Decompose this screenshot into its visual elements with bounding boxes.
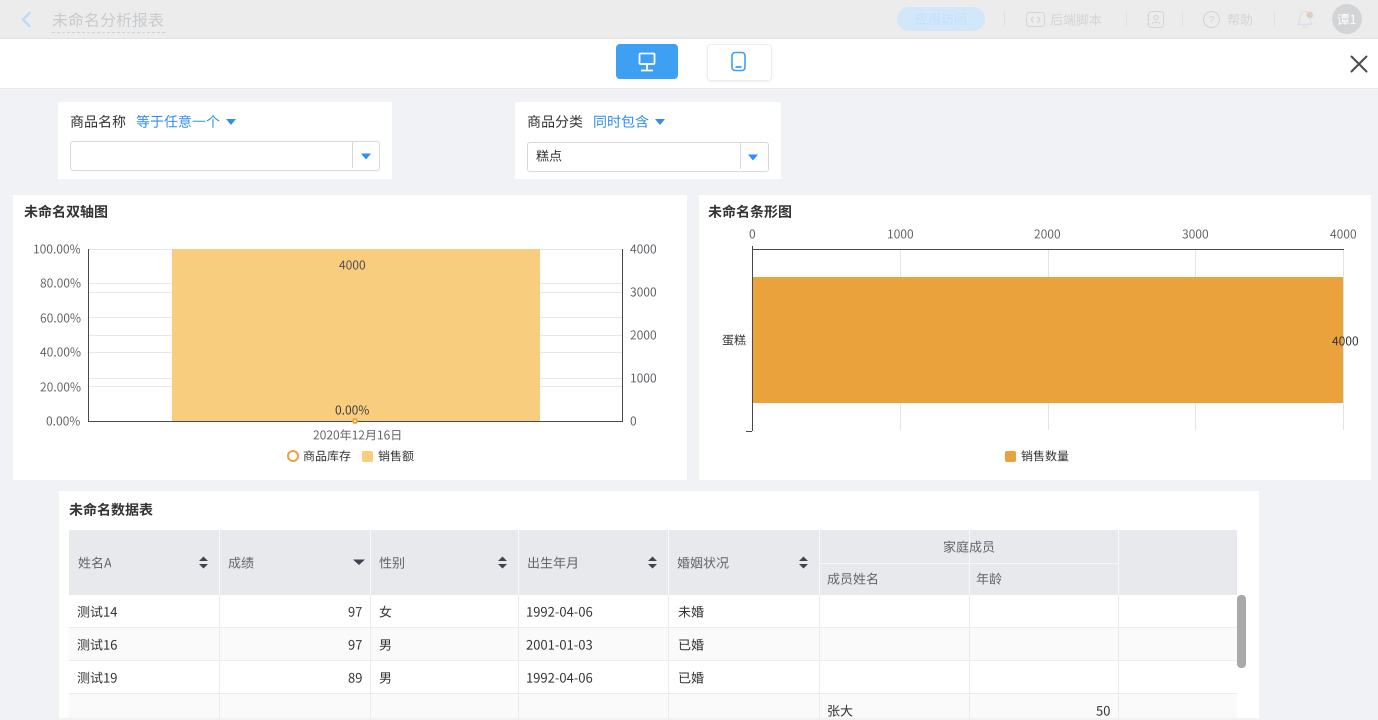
- svg-text:?: ?: [1209, 14, 1215, 26]
